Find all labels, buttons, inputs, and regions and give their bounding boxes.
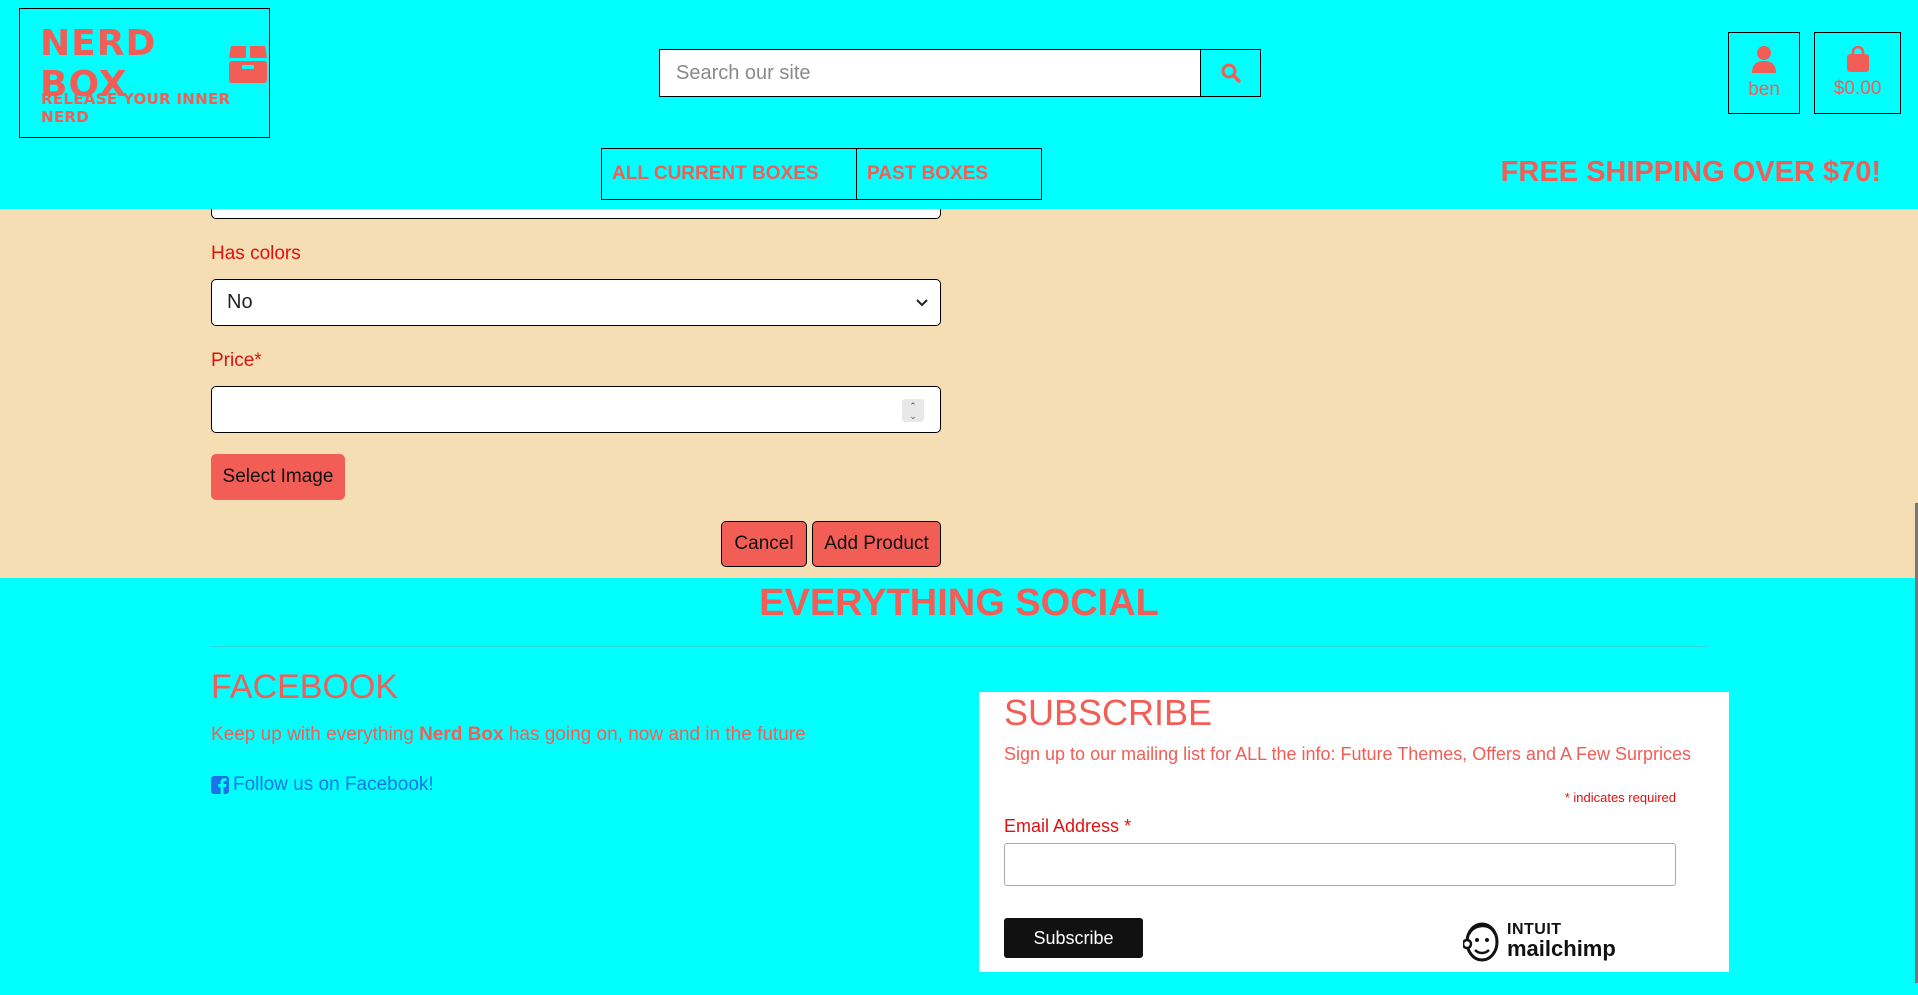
facebook-text-before: Keep up with everything xyxy=(211,724,420,745)
facebook-follow-link[interactable]: Follow us on Facebook! xyxy=(211,774,434,796)
logo-subtitle: RELEASE YOUR INNER NERD xyxy=(41,90,231,126)
site-header: NERD BOX RELEASE YOUR INNER NERD Search … xyxy=(0,0,1918,209)
user-icon xyxy=(1752,46,1776,73)
has-colors-select[interactable]: No xyxy=(211,279,941,326)
subscribe-card: SUBSCRIBE Sign up to our mailing list fo… xyxy=(979,692,1729,972)
subscribe-description: Sign up to our mailing list for ALL the … xyxy=(1004,744,1692,764)
select-image-button[interactable]: Select Image xyxy=(211,454,345,500)
email-required-star: * xyxy=(1124,816,1132,836)
subscribe-button[interactable]: Subscribe xyxy=(1004,918,1143,958)
price-input[interactable]: ⌃ ⌄ xyxy=(211,386,941,433)
free-shipping-banner: FREE SHIPPING OVER $70! xyxy=(1500,156,1881,188)
cart-total: $0.00 xyxy=(1833,78,1882,99)
nav-past-boxes[interactable]: PAST BOXES xyxy=(857,148,1042,200)
email-label-text: Email Address xyxy=(1004,816,1120,836)
divider xyxy=(211,646,1708,647)
logo[interactable]: NERD BOX RELEASE YOUR INNER NERD xyxy=(19,8,270,138)
social-section-title: EVERYTHING SOCIAL xyxy=(759,582,1159,624)
email-field[interactable] xyxy=(1004,843,1676,886)
spinner-up-icon: ⌃ xyxy=(909,400,917,411)
main-nav: ALL CURRENT BOXES PAST BOXES xyxy=(601,148,1042,200)
required-note-text: indicates required xyxy=(1569,790,1676,805)
site-footer: EVERYTHING SOCIAL FACEBOOK Keep up with … xyxy=(0,578,1918,995)
account-button[interactable]: ben xyxy=(1728,32,1800,114)
search-button[interactable] xyxy=(1201,49,1261,97)
has-colors-value: No xyxy=(227,291,253,313)
facebook-description: Keep up with everything Nerd Box has goi… xyxy=(211,724,806,746)
facebook-title: FACEBOOK xyxy=(211,668,399,706)
nav-all-current-boxes[interactable]: ALL CURRENT BOXES xyxy=(601,148,857,200)
price-label: Price* xyxy=(211,350,262,371)
box-icon xyxy=(227,44,269,84)
mailchimp-freddie-icon xyxy=(1463,922,1499,962)
account-username: ben xyxy=(1748,79,1780,100)
cart-button[interactable]: $0.00 xyxy=(1814,32,1901,114)
facebook-link-text: Follow us on Facebook! xyxy=(233,774,434,795)
facebook-text-after: has going on, now and in the future xyxy=(503,724,806,745)
search-icon xyxy=(1221,63,1241,83)
search-bar xyxy=(659,49,1261,97)
mailchimp-wordmark: INTUIT mailchimp xyxy=(1507,922,1616,960)
number-spinner[interactable]: ⌃ ⌄ xyxy=(902,399,924,422)
cancel-button[interactable]: Cancel xyxy=(721,521,807,567)
search-input[interactable] xyxy=(659,49,1201,97)
mailchimp-logo[interactable]: INTUIT mailchimp xyxy=(1463,920,1616,962)
facebook-square-icon xyxy=(211,776,229,794)
email-label: Email Address * xyxy=(1004,816,1131,837)
subscribe-title: SUBSCRIBE xyxy=(1004,692,1213,733)
chevron-down-icon xyxy=(916,298,928,306)
add-product-button[interactable]: Add Product xyxy=(812,521,941,567)
spinner-down-icon: ⌄ xyxy=(909,410,917,421)
shopping-bag-icon xyxy=(1846,46,1869,72)
required-note: * indicates required xyxy=(1565,790,1676,805)
mailchimp-brand-bottom: mailchimp xyxy=(1507,936,1616,961)
has-colors-label: Has colors xyxy=(211,243,301,264)
facebook-text-brand: Nerd Box xyxy=(419,724,504,745)
